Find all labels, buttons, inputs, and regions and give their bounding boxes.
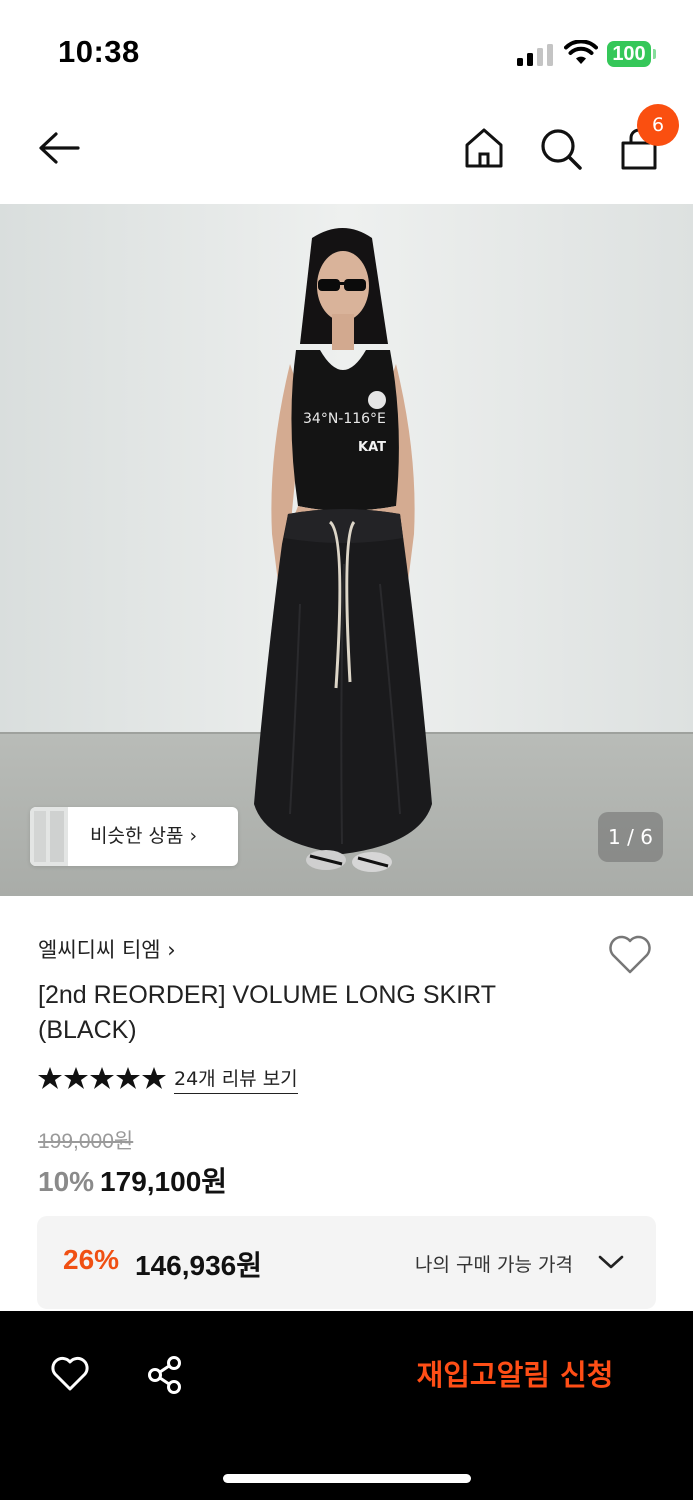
heart-icon[interactable] <box>50 1355 90 1393</box>
brand-link[interactable]: 엘씨디씨 티엠 › <box>38 934 176 964</box>
similar-products-button[interactable]: 비슷한 상품 › <box>30 807 238 866</box>
home-icon[interactable] <box>462 126 506 170</box>
battery-tip <box>653 49 656 59</box>
my-price-panel[interactable]: 26% 146,936원 나의 구매 가능 가격 <box>37 1216 656 1309</box>
my-price-label: 나의 구매 가능 가격 <box>415 1254 573 1276</box>
discount-rate: 10% <box>38 1166 95 1197</box>
cellular-signal-icon <box>517 44 553 66</box>
wifi-icon <box>564 40 598 64</box>
search-icon[interactable] <box>538 126 584 172</box>
image-counter: 1 / 6 <box>598 812 663 862</box>
battery-icon: 100 <box>607 41 657 67</box>
review-link[interactable]: 24개 리뷰 보기 <box>174 1064 298 1094</box>
my-discount-rate: 26% <box>63 1244 120 1275</box>
similar-thumbnail <box>30 807 68 866</box>
heart-icon[interactable] <box>606 932 654 976</box>
share-icon[interactable] <box>146 1355 184 1395</box>
similar-products-label: 비슷한 상품 › <box>90 825 198 847</box>
product-title: [2nd REORDER] VOLUME LONG SKIRT (BLACK) <box>38 981 496 1044</box>
status-bar: 10:38 100 <box>0 0 693 100</box>
top-navigation <box>0 100 693 204</box>
original-price: 199,000원 <box>38 1130 134 1153</box>
shirt-print-logo: KAT <box>358 440 386 455</box>
shirt-print-coordinates: 34°N-116°E <box>303 411 386 427</box>
sale-price-row: 10% 179,100원 <box>38 1160 227 1200</box>
status-time: 10:38 <box>58 34 140 69</box>
restock-alert-button[interactable]: 재입고알림 신청 <box>370 1347 660 1403</box>
star-rating-icon <box>38 1067 166 1089</box>
home-indicator[interactable] <box>223 1474 471 1483</box>
sale-price: 179,100원 <box>100 1166 228 1197</box>
model-photo: 34°N-116°E KAT <box>0 204 693 896</box>
arrow-left-icon[interactable] <box>34 126 84 170</box>
bottom-action-bar: 재입고알림 신청 <box>0 1311 693 1500</box>
product-image[interactable]: 34°N-116°E KAT <box>0 204 693 896</box>
cart-count-badge: 6 <box>637 104 679 146</box>
my-price-value: 146,936원 <box>135 1250 262 1281</box>
chevron-down-icon <box>598 1255 624 1269</box>
battery-level: 100 <box>607 41 651 67</box>
